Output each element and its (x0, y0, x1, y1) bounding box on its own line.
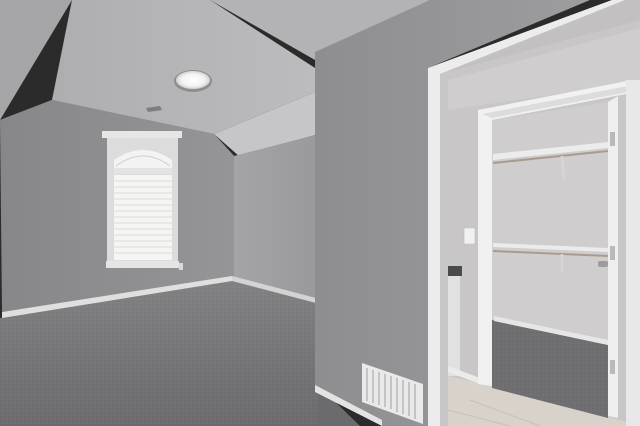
window-icon (102, 131, 182, 268)
side-wall (234, 135, 315, 300)
ceiling-light-icon (174, 70, 212, 92)
door-knob-icon[interactable] (598, 261, 608, 267)
room-photo (0, 0, 640, 426)
room-illustration (0, 0, 640, 426)
vanity-cabinet (448, 266, 460, 376)
walk-in-closet (492, 96, 618, 418)
light-switch-icon (463, 227, 476, 245)
wall-outlet-icon (179, 263, 183, 270)
door-trim-edge (626, 80, 640, 426)
door-hinge-icon (610, 132, 615, 146)
